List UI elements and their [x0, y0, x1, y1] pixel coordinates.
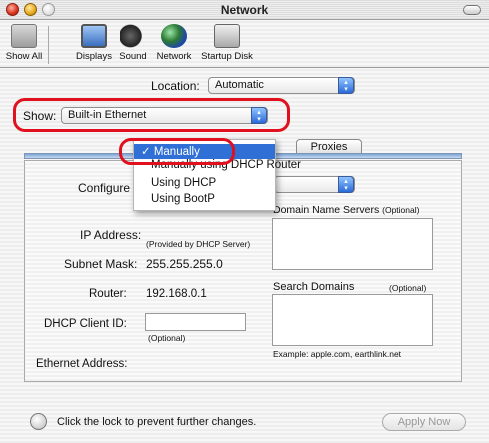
location-label: Location: — [151, 79, 200, 93]
subnet-label: Subnet Mask: — [64, 257, 138, 271]
configure-label: Configure — [78, 181, 131, 195]
startup-disk-icon — [214, 24, 240, 48]
dhcp-client-id-label: DHCP Client ID: — [44, 318, 127, 330]
show-popup[interactable]: Built-in Ethernet ▴ ▾ — [61, 107, 268, 124]
router-value: 192.168.0.1 — [146, 288, 207, 300]
toolbar: Show All Displays Sound Network Startup … — [0, 20, 489, 68]
manually-highlight-ring — [119, 138, 235, 165]
network-preferences-window: Network Show All Displays Sound Network … — [0, 0, 489, 443]
menu-item-using-bootp[interactable]: Using BootP — [134, 193, 275, 208]
subnet-value: 255.255.255.0 — [146, 257, 223, 271]
title-bar: Network — [0, 0, 489, 20]
search-domains-optional: (Optional) — [389, 283, 427, 293]
network-icon — [161, 24, 187, 48]
toolbar-toggle-button[interactable] — [463, 5, 481, 15]
ip-note: (Provided by DHCP Server) — [146, 239, 251, 249]
show-label: Show: — [23, 109, 57, 123]
menu-item-using-dhcp[interactable]: Using DHCP — [134, 177, 275, 192]
configure-popup[interactable]: ▴ ▾ — [274, 176, 355, 193]
show-all-icon — [11, 24, 37, 48]
dhcp-client-id-optional: (Optional) — [148, 333, 186, 343]
popup-arrows-icon: ▴ ▾ — [251, 107, 267, 124]
toolbar-divider — [48, 26, 49, 64]
toolbar-show-all[interactable]: Show All — [2, 22, 46, 66]
lock-icon[interactable] — [30, 413, 47, 430]
toolbar-displays-label: Displays — [76, 51, 112, 62]
search-domains-field[interactable] — [272, 294, 433, 346]
toolbar-sound-label: Sound — [119, 51, 147, 62]
lock-text: Click the lock to prevent further change… — [57, 416, 257, 428]
toolbar-show-all-label: Show All — [5, 51, 43, 62]
toolbar-network-label: Network — [156, 51, 192, 62]
search-domains-label: Search Domains — [273, 281, 355, 293]
router-label: Router: — [89, 288, 127, 300]
tab-proxies-label: Proxies — [310, 141, 348, 153]
dns-field[interactable] — [272, 218, 433, 270]
search-domains-example: Example: apple.com, earthlink.net — [273, 349, 402, 359]
location-value: Automatic — [215, 79, 264, 91]
location-popup[interactable]: Automatic ▴ ▾ — [208, 77, 355, 94]
sound-icon — [120, 24, 146, 48]
apply-now-button[interactable]: Apply Now — [382, 413, 466, 431]
show-value: Built-in Ethernet — [68, 109, 147, 121]
displays-icon — [81, 24, 107, 48]
dns-label: Domain Name Servers (Optional) — [273, 204, 420, 216]
toolbar-displays[interactable]: Displays — [74, 22, 114, 66]
toolbar-startup-disk-label: Startup Disk — [201, 51, 253, 62]
popup-arrows-icon: ▴ ▾ — [338, 176, 354, 193]
ethernet-address-label: Ethernet Address: — [36, 358, 128, 370]
toolbar-network[interactable]: Network — [152, 22, 196, 66]
toolbar-sound[interactable]: Sound — [116, 22, 150, 66]
ip-label: IP Address: — [80, 228, 142, 242]
window-title: Network — [220, 3, 269, 17]
dhcp-client-id-field[interactable] — [145, 313, 246, 331]
popup-arrows-icon: ▴ ▾ — [338, 77, 354, 94]
toolbar-startup-disk[interactable]: Startup Disk — [197, 22, 257, 66]
